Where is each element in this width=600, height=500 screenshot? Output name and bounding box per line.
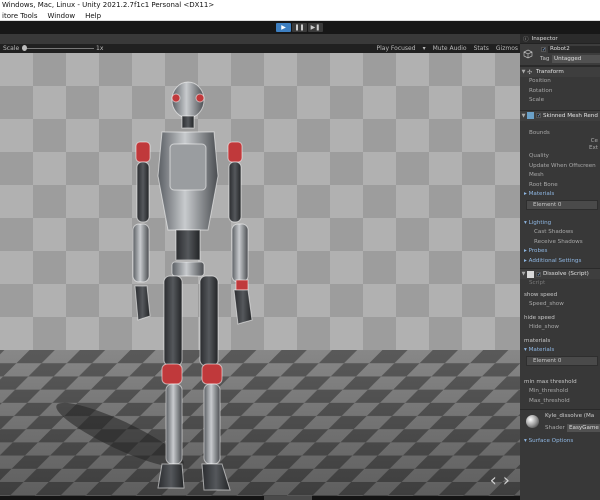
game-view[interactable]: Scale 1x Play Focused ▾ Mute Audio Stats…: [0, 34, 520, 500]
scale-value: 1x: [96, 45, 104, 52]
object-active-checkbox[interactable]: ✓: [541, 47, 546, 53]
play-button[interactable]: ▶: [276, 23, 291, 32]
game-view-toolbar: Scale 1x Play Focused ▾ Mute Audio Stats…: [0, 44, 520, 53]
rotation-label: Rotation: [529, 87, 553, 94]
chevron-left-icon[interactable]: ‹: [490, 472, 497, 490]
material-preview-row: Kyle_dissolve (Ma Shader EasyGame: [520, 409, 600, 435]
pause-button[interactable]: ❚❚: [292, 23, 307, 32]
play-icon: ▶: [281, 24, 286, 31]
main-toolbar: ▶ ❚❚ ▶❚: [0, 21, 600, 34]
material-sphere-icon: [526, 415, 539, 428]
bounds-extent-label: Ext: [588, 145, 598, 151]
scrollbar-thumb[interactable]: [264, 496, 312, 500]
chevron-right-icon[interactable]: ›: [503, 472, 510, 490]
info-icon: ⓘ: [523, 36, 529, 43]
scale-slider-knob[interactable]: [22, 45, 27, 51]
transform-icon: ✣: [527, 68, 533, 76]
surface-options-foldout[interactable]: ▾ Surface Options: [520, 437, 600, 447]
position-label: Position: [529, 78, 551, 84]
menu-item-store-tools[interactable]: itore Tools: [2, 11, 37, 20]
material-name: Kyle_dissolve (Ma: [545, 413, 595, 419]
bounds-center-label: Ce: [590, 138, 598, 144]
probes-foldout[interactable]: ▸ Probes: [520, 247, 600, 257]
mesh-renderer-icon: [527, 112, 534, 119]
update-offscreen-label: Update When Offscreen: [529, 162, 596, 169]
step-button[interactable]: ▶❚: [308, 23, 323, 32]
speed-show-field[interactable]: Speed_show: [520, 300, 600, 310]
cast-shadows-label: Cast Shadows: [534, 229, 574, 235]
bounds-label: Bounds: [529, 129, 550, 136]
foldout-arrow-icon: ▼: [521, 112, 526, 119]
materials-header: materials: [524, 337, 551, 344]
hide-speed-header: hide speed: [524, 314, 555, 321]
shader-label: Shader: [545, 425, 565, 431]
component-enabled-checkbox[interactable]: ✓: [536, 113, 541, 119]
gameobject-cube-icon: [523, 49, 533, 59]
quality-label: Quality: [529, 153, 549, 159]
dissolve-element-0-field[interactable]: Element 0: [526, 355, 598, 366]
lighting-foldout[interactable]: ▾ Lighting: [520, 219, 600, 229]
menu-bar: itore Tools Window Help: [0, 11, 600, 21]
tag-dropdown[interactable]: Untagged: [552, 55, 600, 63]
root-bone-label: Root Bone: [529, 181, 558, 188]
foldout-arrow-icon: ▼: [521, 69, 526, 75]
play-focused-dropdown[interactable]: Play Focused: [377, 44, 416, 53]
gizmos-toggle[interactable]: Gizmos: [496, 44, 518, 53]
script-label: Script: [529, 280, 546, 286]
dissolve-script-header[interactable]: ▼ ✓ Dissolve (Script): [520, 268, 600, 279]
horizontal-scrollbar[interactable]: [0, 496, 520, 500]
script-icon: [527, 270, 534, 278]
scale-label: Scale: [529, 97, 545, 103]
component-enabled-checkbox[interactable]: ✓: [536, 271, 541, 277]
game-nav-arrows: ‹ ›: [490, 472, 510, 490]
pause-icon: ❚❚: [294, 24, 305, 31]
foldout-arrow-icon: ▼: [521, 271, 526, 277]
robot-character[interactable]: [118, 80, 278, 500]
materials-list-foldout[interactable]: ▾ Materials: [520, 346, 600, 356]
element-0-field[interactable]: Element 0: [526, 199, 598, 210]
scale-label: Scale: [3, 45, 20, 52]
stats-toggle[interactable]: Stats: [474, 44, 489, 53]
chevron-down-icon: ▾: [422, 45, 426, 52]
min-max-threshold-header: min max threshold: [524, 378, 577, 385]
shader-dropdown[interactable]: EasyGame: [567, 424, 600, 432]
scale-slider-track[interactable]: [22, 48, 94, 49]
max-threshold-field[interactable]: Max_threshold: [520, 397, 600, 407]
transform-header[interactable]: ▼ ✣ Transform: [520, 66, 600, 77]
window-title: Windows, Mac, Linux - Unity 2021.2.7f1c1…: [0, 0, 600, 11]
tag-label: Tag: [540, 56, 550, 62]
step-icon: ▶❚: [310, 24, 321, 31]
receive-shadows-label: Receive Shadows: [534, 238, 583, 245]
unity-editor-window: Windows, Mac, Linux - Unity 2021.2.7f1c1…: [0, 0, 600, 500]
menu-item-help[interactable]: Help: [85, 11, 101, 20]
object-header: ✓ Robot2 Tag Untagged: [520, 44, 600, 66]
play-controls: ▶ ❚❚ ▶❚: [276, 23, 323, 32]
materials-foldout[interactable]: ▸ Materials: [520, 190, 600, 200]
show-speed-header: show speed: [524, 291, 558, 298]
object-name-field[interactable]: Robot2: [548, 46, 600, 53]
mute-audio-toggle[interactable]: Mute Audio: [433, 44, 467, 53]
mesh-label: Mesh: [529, 172, 544, 178]
tab-inspector[interactable]: ⓘ Inspector: [520, 34, 600, 44]
additional-settings-foldout[interactable]: ▸ Additional Settings: [520, 257, 600, 267]
skinned-mesh-header[interactable]: ▼ ✓ Skinned Mesh Rend: [520, 109, 600, 121]
hide-show-field[interactable]: Hide_show: [520, 323, 600, 333]
menu-item-window[interactable]: Window: [47, 11, 75, 20]
inspector-panel: ⓘ Inspector ✓ Robot2 Tag Untagged ▼ ✣ Tr…: [520, 34, 600, 500]
min-threshold-field[interactable]: Min_threshold: [520, 387, 600, 397]
